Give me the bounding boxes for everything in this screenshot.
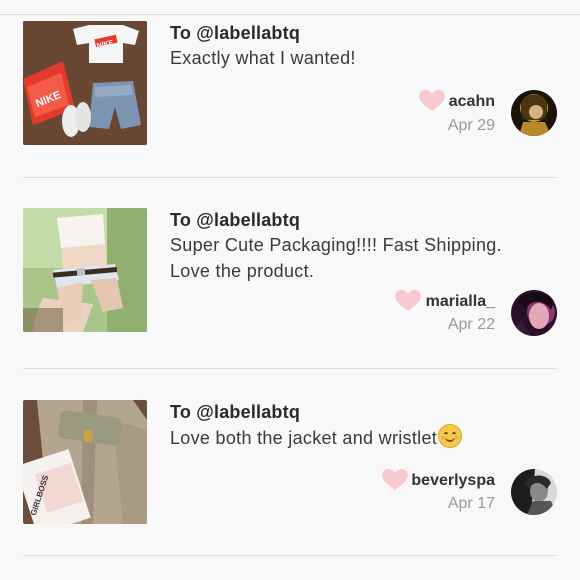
reviewer-avatar[interactable] [511, 469, 557, 515]
reviewer-avatar[interactable] [511, 290, 557, 336]
listing-photo[interactable]: GIRLBOSS [23, 400, 147, 524]
listing-photo-image [23, 208, 147, 332]
review-recipient[interactable]: To @labellabtq [170, 402, 300, 423]
review-recipient[interactable]: To @labellabtq [170, 23, 300, 44]
reviewer-username[interactable]: beverlyspa [411, 472, 495, 490]
top-divider [0, 14, 580, 15]
avatar-image [511, 469, 557, 515]
heart-icon [382, 469, 408, 490]
listing-photo-image: GIRLBOSS [23, 400, 147, 524]
review-date: Apr 29 [447, 117, 495, 134]
listing-photo-image: NIKE NIKE [23, 21, 147, 145]
heart-icon [419, 90, 445, 111]
reviewer-username[interactable]: acahn [449, 93, 495, 111]
listing-photo[interactable]: NIKE NIKE [23, 21, 147, 145]
reviewer-avatar[interactable] [511, 90, 557, 136]
avatar-image [511, 290, 557, 336]
review-divider [23, 177, 557, 178]
review-divider [23, 368, 557, 369]
review-message-text: Love both the jacket and wristlet [170, 428, 438, 448]
review-date: Apr 22 [447, 316, 495, 333]
review-message: Super Cute Packaging!!!! Fast Shipping. … [170, 235, 502, 281]
listing-photo[interactable] [23, 208, 147, 332]
review-message: Love both the jacket and wristlet [170, 424, 540, 451]
review-recipient[interactable]: To @labellabtq [170, 210, 300, 231]
review-message: Exactly what I wanted! [170, 48, 356, 68]
heart-icon [395, 290, 421, 311]
reviewer-username[interactable]: marialla_ [426, 293, 495, 311]
avatar-image [511, 90, 557, 136]
smiley-emoji-icon [438, 424, 463, 448]
review-date: Apr 17 [447, 495, 495, 512]
review-divider [23, 555, 557, 556]
